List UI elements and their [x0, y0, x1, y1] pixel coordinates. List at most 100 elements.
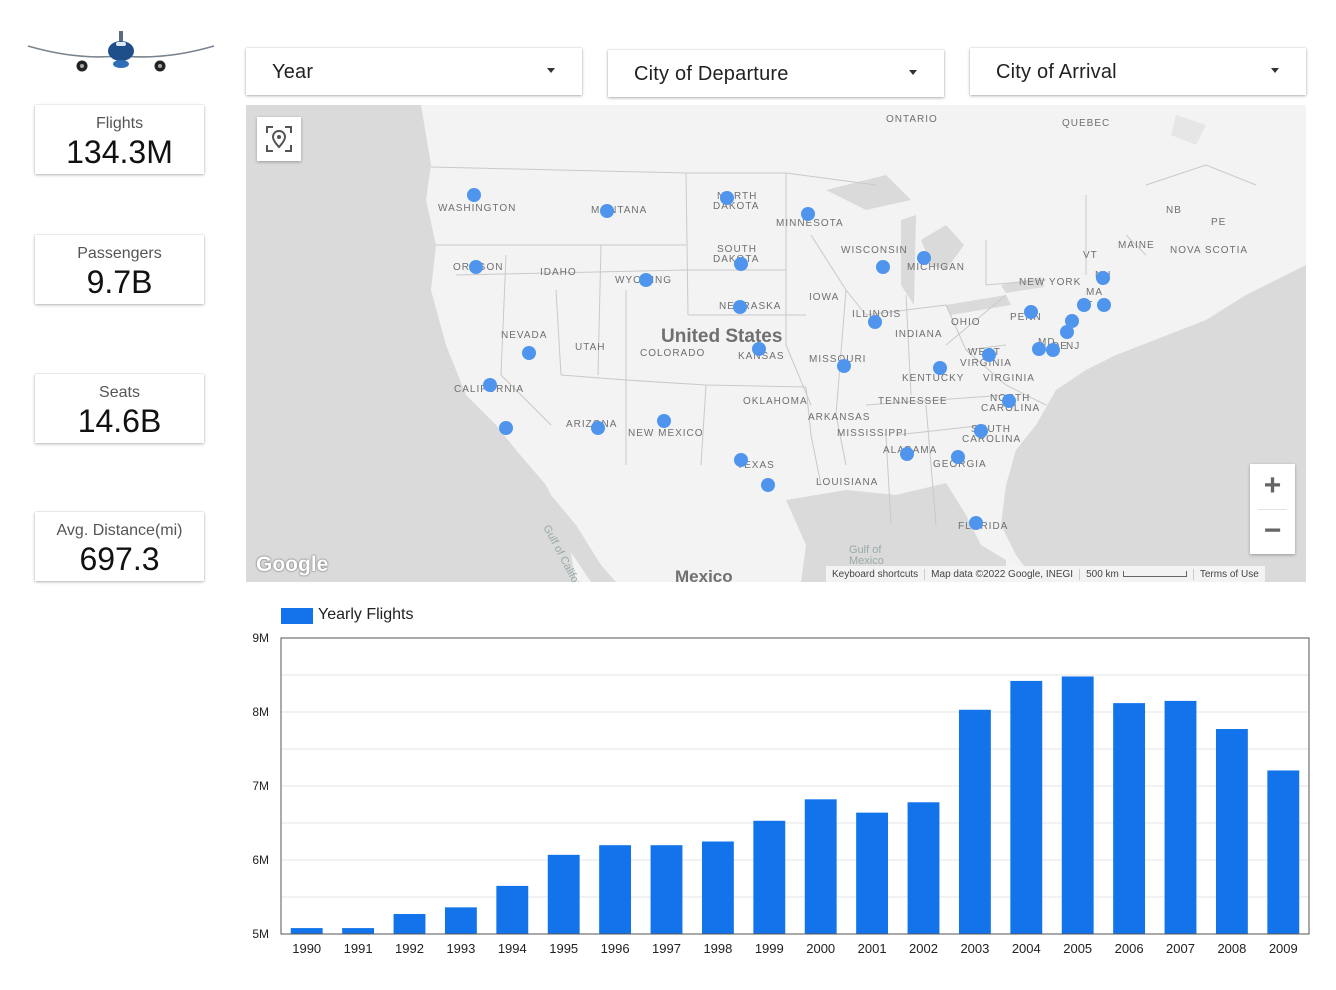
map-label: OKLAHOMA: [743, 396, 808, 407]
arrival-city-dropdown[interactable]: City of Arrival: [970, 48, 1306, 95]
map-label: QUEBEC: [1062, 118, 1111, 129]
x-tick-label: 2003: [960, 941, 989, 956]
map-label: PE: [1211, 217, 1227, 228]
map-marker[interactable]: [982, 348, 996, 362]
mexico-label: Mexico: [675, 567, 733, 582]
scale-bar: [1122, 570, 1187, 577]
map-label: NEW YORK: [1019, 277, 1082, 288]
y-tick-label: 7M: [252, 779, 269, 793]
map-marker[interactable]: [900, 447, 914, 461]
google-logo: Google: [256, 553, 329, 576]
x-tick-label: 2008: [1217, 941, 1246, 956]
x-tick-label: 2001: [858, 941, 887, 956]
map-marker[interactable]: [837, 359, 851, 373]
kpi-passengers-label: Passengers: [77, 245, 162, 262]
bar: [599, 845, 632, 934]
map-marker[interactable]: [483, 378, 497, 392]
map-marker[interactable]: [1096, 271, 1110, 285]
map-marker[interactable]: [1002, 394, 1016, 408]
map-marker[interactable]: [876, 260, 890, 274]
x-tick-label: 1990: [292, 941, 321, 956]
map-marker[interactable]: [733, 300, 747, 314]
airplane-logo: [27, 31, 215, 72]
x-tick-label: 1993: [446, 941, 475, 956]
zoom-control: + −: [1250, 464, 1295, 554]
bar: [342, 928, 375, 934]
map-marker[interactable]: [734, 453, 748, 467]
map-marker[interactable]: [467, 188, 481, 202]
map-marker[interactable]: [1046, 343, 1060, 357]
bar: [444, 907, 477, 934]
terms-of-use-link[interactable]: Terms of Use: [1194, 569, 1265, 580]
y-tick-label: 8M: [252, 705, 269, 719]
bar: [1267, 770, 1300, 934]
x-tick-label: 2006: [1115, 941, 1144, 956]
map-marker[interactable]: [522, 346, 536, 360]
chevron-down-icon: [1271, 68, 1279, 73]
y-tick-label: 5M: [252, 927, 269, 941]
map-marker[interactable]: [917, 251, 931, 265]
bar: [701, 841, 734, 934]
map-label: KENTUCKY: [902, 373, 965, 384]
map-marker[interactable]: [499, 421, 513, 435]
map-label: WASHINGTON: [438, 203, 517, 214]
map-marker[interactable]: [1024, 305, 1038, 319]
legend-label: Yearly Flights: [318, 606, 414, 623]
map-marker[interactable]: [761, 478, 775, 492]
year-dropdown[interactable]: Year: [246, 48, 582, 95]
map-marker[interactable]: [1060, 325, 1074, 339]
bar: [753, 820, 786, 934]
map-marker[interactable]: [752, 342, 766, 356]
map-marker[interactable]: [933, 361, 947, 375]
map-label: MISSISSIPPI: [837, 428, 908, 439]
map-marker[interactable]: [1077, 298, 1091, 312]
map-label: ONTARIO: [886, 114, 938, 125]
map-marker[interactable]: [801, 207, 815, 221]
map-label: CAROLINA: [962, 434, 1022, 445]
year-dropdown-label: Year: [272, 61, 314, 83]
zoom-in-button[interactable]: +: [1250, 464, 1295, 509]
kpi-avg-distance-label: Avg. Distance(mi): [56, 522, 183, 539]
map-label: COLORADO: [640, 348, 706, 359]
kpi-flights-value: 134.3M: [66, 134, 173, 170]
flights-map[interactable]: ONTARIO QUEBEC WASHINGTON MONTANA NORTH …: [246, 105, 1306, 582]
map-label: VT: [1083, 250, 1098, 261]
map-marker[interactable]: [600, 204, 614, 218]
chevron-down-icon: [909, 70, 917, 75]
bar: [804, 799, 837, 934]
map-marker[interactable]: [1097, 298, 1111, 312]
x-tick-label: 1992: [395, 941, 424, 956]
gulf-of-mexico-label: Gulf of Mexico: [849, 544, 884, 567]
map-marker[interactable]: [868, 315, 882, 329]
map-marker[interactable]: [720, 191, 734, 205]
departure-city-dropdown[interactable]: City of Departure: [608, 50, 944, 97]
zoom-out-button[interactable]: −: [1250, 509, 1295, 554]
kpi-avg-distance-card: Avg. Distance(mi) 697.3: [35, 512, 204, 581]
map-marker[interactable]: [734, 257, 748, 271]
bar: [1061, 676, 1094, 934]
map-marker[interactable]: [657, 414, 671, 428]
kpi-passengers-card: Passengers 9.7B: [35, 235, 204, 304]
map-scale: 500 km: [1080, 568, 1194, 580]
x-tick-label: 1991: [344, 941, 373, 956]
locate-button[interactable]: [257, 117, 301, 161]
yearly-flights-chart: Yearly Flights 5M 6M 7M 8M 9M 1990 1991 1992 199…: [240, 600, 1320, 970]
chevron-down-icon: [547, 68, 555, 73]
x-tick-label: 2004: [1012, 941, 1041, 956]
x-tick-label: 1997: [652, 941, 681, 956]
map-marker[interactable]: [639, 273, 653, 287]
map-marker[interactable]: [1032, 342, 1046, 356]
map-marker[interactable]: [951, 450, 965, 464]
chart-plot: 5M 6M 7M 8M 9M 1990 1991 1992 1993 1994 1995 1996 19…: [252, 631, 1310, 956]
map-marker[interactable]: [469, 260, 483, 274]
map-marker[interactable]: [969, 516, 983, 530]
map-label: TENNESSEE: [878, 396, 948, 407]
map-label: UTAH: [575, 342, 606, 353]
map-label: MAINE: [1118, 240, 1155, 251]
legend-swatch: [281, 608, 313, 624]
keyboard-shortcuts-link[interactable]: Keyboard shortcuts: [826, 568, 926, 580]
map-marker[interactable]: [591, 421, 605, 435]
map-marker[interactable]: [974, 424, 988, 438]
x-tick-label: 1994: [498, 941, 527, 956]
x-tick-label: 1998: [703, 941, 732, 956]
